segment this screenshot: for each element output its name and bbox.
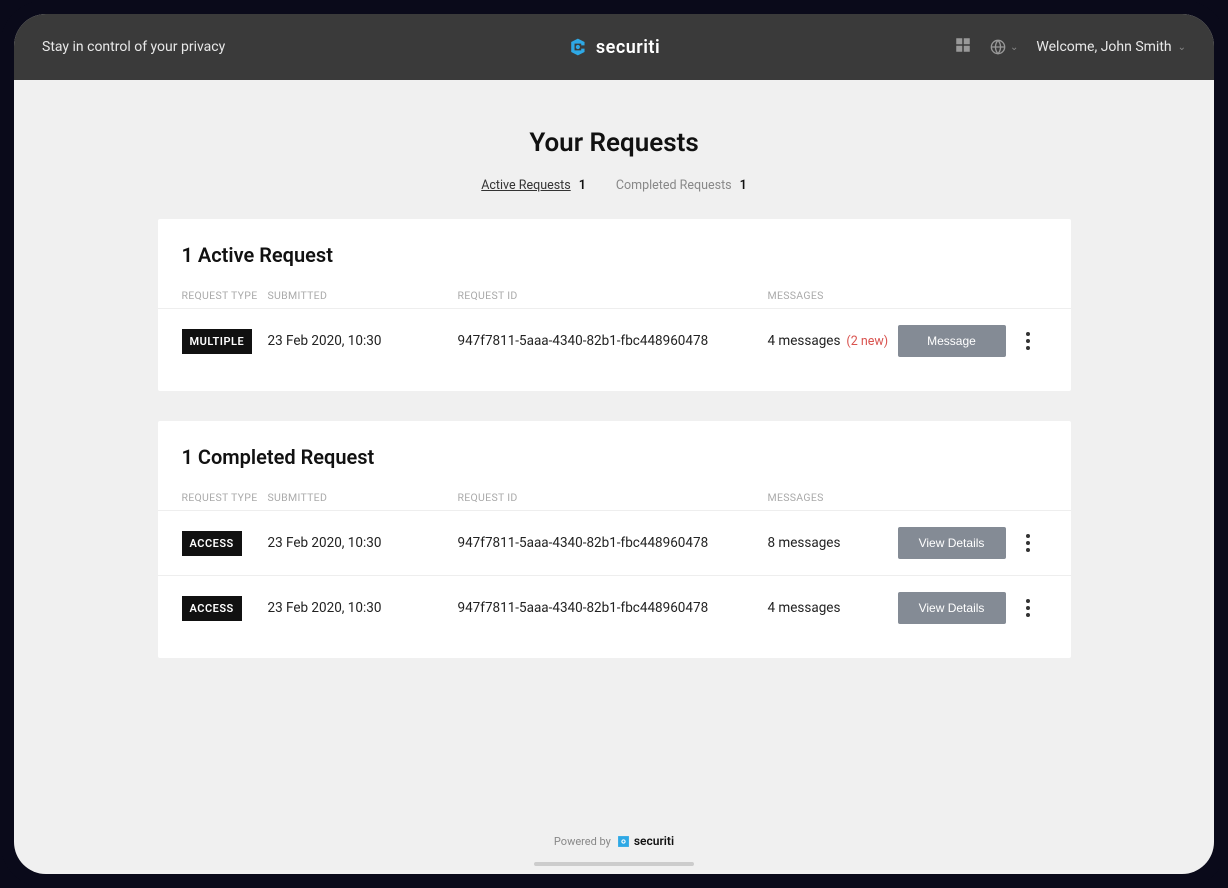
user-menu[interactable]: Welcome, John Smith ⌄ — [1036, 39, 1186, 55]
more-options-icon[interactable] — [1008, 595, 1048, 621]
table-header: REQUEST TYPE SUBMITTED REQUEST ID MESSAG… — [158, 485, 1071, 510]
col-id: REQUEST ID — [458, 289, 768, 302]
welcome-text: Welcome, John Smith — [1036, 39, 1171, 55]
card-title: 1 Completed Request — [158, 445, 1071, 485]
view-details-button[interactable]: View Details — [898, 592, 1006, 624]
table-row: ACCESS 23 Feb 2020, 10:30 947f7811-5aaa-… — [158, 510, 1071, 575]
table-header: REQUEST TYPE SUBMITTED REQUEST ID MESSAG… — [158, 283, 1071, 308]
powered-by-text: Powered by — [554, 835, 611, 848]
device-frame: Stay in control of your privacy securiti… — [14, 14, 1214, 874]
request-id-cell: 947f7811-5aaa-4340-82b1-fbc448960478 — [458, 535, 768, 551]
footer-brand: securiti — [617, 834, 674, 848]
chevron-down-icon: ⌄ — [1178, 42, 1186, 53]
more-options-icon[interactable] — [1008, 530, 1048, 556]
apps-grid-icon[interactable] — [954, 36, 972, 58]
new-messages: (2 new) — [846, 334, 888, 349]
chevron-down-icon: ⌄ — [1010, 42, 1018, 53]
tab-count: 1 — [579, 178, 586, 193]
tab-active-requests[interactable]: Active Requests 1 — [481, 178, 586, 193]
completed-requests-card: 1 Completed Request REQUEST TYPE SUBMITT… — [158, 421, 1071, 658]
language-selector[interactable]: ⌄ — [990, 39, 1018, 55]
more-options-icon[interactable] — [1008, 328, 1048, 354]
footer-brand-name: securiti — [634, 834, 674, 848]
card-title: 1 Active Request — [158, 243, 1071, 283]
table-row: ACCESS 23 Feb 2020, 10:30 947f7811-5aaa-… — [158, 575, 1071, 640]
request-type-badge: ACCESS — [182, 596, 242, 621]
page-title: Your Requests — [14, 128, 1214, 158]
globe-icon — [990, 39, 1006, 55]
request-id-cell: 947f7811-5aaa-4340-82b1-fbc448960478 — [458, 600, 768, 616]
table-row: MULTIPLE 23 Feb 2020, 10:30 947f7811-5aa… — [158, 308, 1071, 373]
request-tabs: Active Requests 1 Completed Requests 1 — [14, 178, 1214, 193]
header-tagline: Stay in control of your privacy — [42, 39, 225, 55]
tab-label: Active Requests — [481, 178, 570, 193]
message-button[interactable]: Message — [898, 325, 1006, 357]
messages-cell: 4 messages (2 new) — [768, 333, 898, 349]
messages-cell: 4 messages — [768, 600, 898, 616]
submitted-cell: 23 Feb 2020, 10:30 — [268, 333, 458, 349]
main-content: Your Requests Active Requests 1 Complete… — [14, 80, 1214, 658]
col-submitted: SUBMITTED — [268, 289, 458, 302]
top-header: Stay in control of your privacy securiti… — [14, 14, 1214, 80]
col-submitted: SUBMITTED — [268, 491, 458, 504]
col-type: REQUEST TYPE — [182, 289, 268, 302]
request-type-badge: ACCESS — [182, 531, 242, 556]
tab-count: 1 — [740, 178, 747, 193]
brand-name: securiti — [596, 37, 660, 58]
request-id-cell: 947f7811-5aaa-4340-82b1-fbc448960478 — [458, 333, 768, 349]
active-requests-card: 1 Active Request REQUEST TYPE SUBMITTED … — [158, 219, 1071, 391]
col-id: REQUEST ID — [458, 491, 768, 504]
footer: Powered by securiti — [14, 834, 1214, 848]
request-type-badge: MULTIPLE — [182, 329, 253, 354]
securiti-icon — [568, 37, 588, 57]
message-count: 4 messages — [768, 333, 841, 349]
view-details-button[interactable]: View Details — [898, 527, 1006, 559]
brand-logo: securiti — [568, 37, 660, 58]
tab-completed-requests[interactable]: Completed Requests 1 — [616, 178, 747, 193]
tab-label: Completed Requests — [616, 178, 732, 193]
messages-cell: 8 messages — [768, 535, 898, 551]
col-messages: MESSAGES — [768, 491, 898, 504]
col-type: REQUEST TYPE — [182, 491, 268, 504]
submitted-cell: 23 Feb 2020, 10:30 — [268, 600, 458, 616]
securiti-icon — [617, 835, 630, 848]
col-messages: MESSAGES — [768, 289, 898, 302]
home-indicator — [534, 862, 694, 866]
submitted-cell: 23 Feb 2020, 10:30 — [268, 535, 458, 551]
